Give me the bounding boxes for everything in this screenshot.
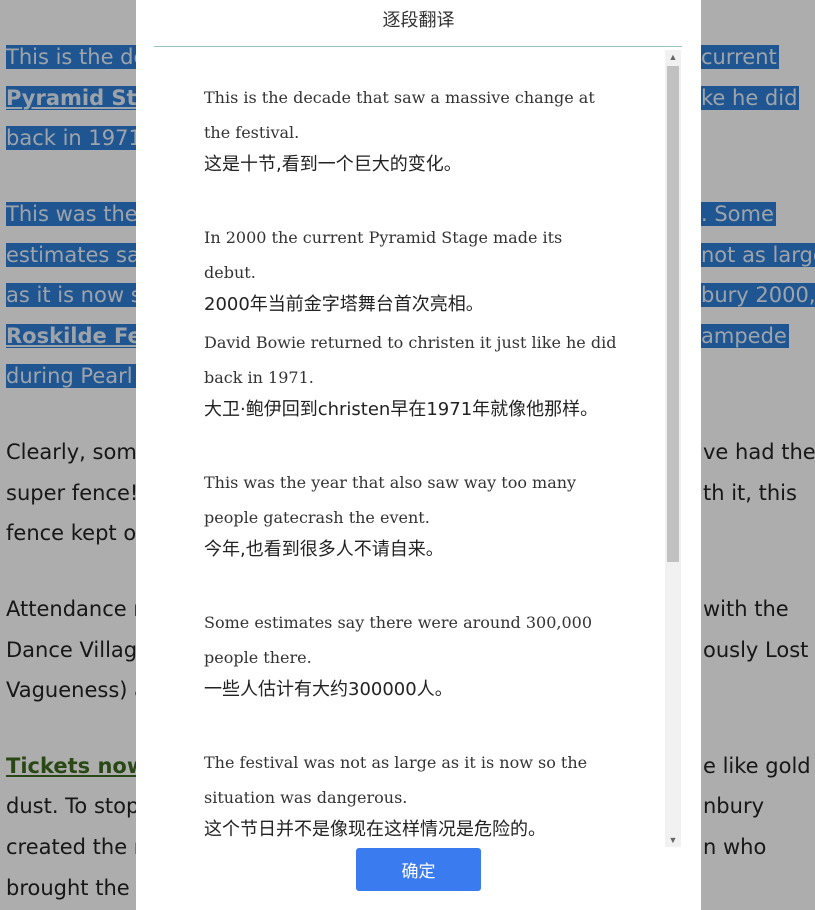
translation-paragraph: Some estimates say there were around 300… bbox=[204, 605, 619, 705]
chinese-text: 一些人估计有大约300000人。 bbox=[204, 679, 453, 700]
english-text: David Bowie returned to christen it just… bbox=[204, 333, 617, 387]
chinese-text: 大卫·鲍伊回到christen早在1971年就像他那样。 bbox=[204, 399, 599, 420]
chinese-text: 今年,也看到很多人不请自来。 bbox=[204, 539, 444, 560]
vertical-scrollbar[interactable]: ▲ ▼ bbox=[665, 50, 681, 847]
english-text: The festival was not as large as it is n… bbox=[204, 753, 588, 807]
translation-paragraph: This was the year that also saw way too … bbox=[204, 465, 619, 565]
translation-paragraph: David Bowie returned to christen it just… bbox=[204, 325, 619, 425]
translation-content[interactable]: This is the decade that saw a massive ch… bbox=[154, 48, 682, 848]
chinese-text: 这是十节,看到一个巨大的变化。 bbox=[204, 154, 462, 175]
english-text: This was the year that also saw way too … bbox=[204, 473, 577, 527]
english-text: Some estimates say there were around 300… bbox=[204, 613, 593, 667]
chinese-text: 2000年当前金字塔舞台首次亮相。 bbox=[204, 294, 484, 315]
scroll-up-arrow-icon[interactable]: ▲ bbox=[665, 50, 681, 64]
confirm-button[interactable]: 确定 bbox=[356, 848, 481, 891]
translation-paragraph: This is the decade that saw a massive ch… bbox=[204, 80, 619, 180]
title-divider bbox=[154, 46, 682, 47]
translation-modal: 逐段翻译 This is the decade that saw a massi… bbox=[136, 0, 701, 910]
modal-title: 逐段翻译 bbox=[382, 10, 455, 31]
translation-paragraph: The festival was not as large as it is n… bbox=[204, 745, 619, 845]
chinese-text: 这个节日并不是像现在这样情况是危险的。 bbox=[204, 819, 546, 840]
translation-paragraph: In 2000 the current Pyramid Stage made i… bbox=[204, 220, 619, 320]
scroll-down-arrow-icon[interactable]: ▼ bbox=[665, 833, 681, 847]
english-text: This is the decade that saw a massive ch… bbox=[204, 88, 595, 142]
english-text: In 2000 the current Pyramid Stage made i… bbox=[204, 228, 563, 282]
scroll-thumb[interactable] bbox=[667, 66, 679, 562]
